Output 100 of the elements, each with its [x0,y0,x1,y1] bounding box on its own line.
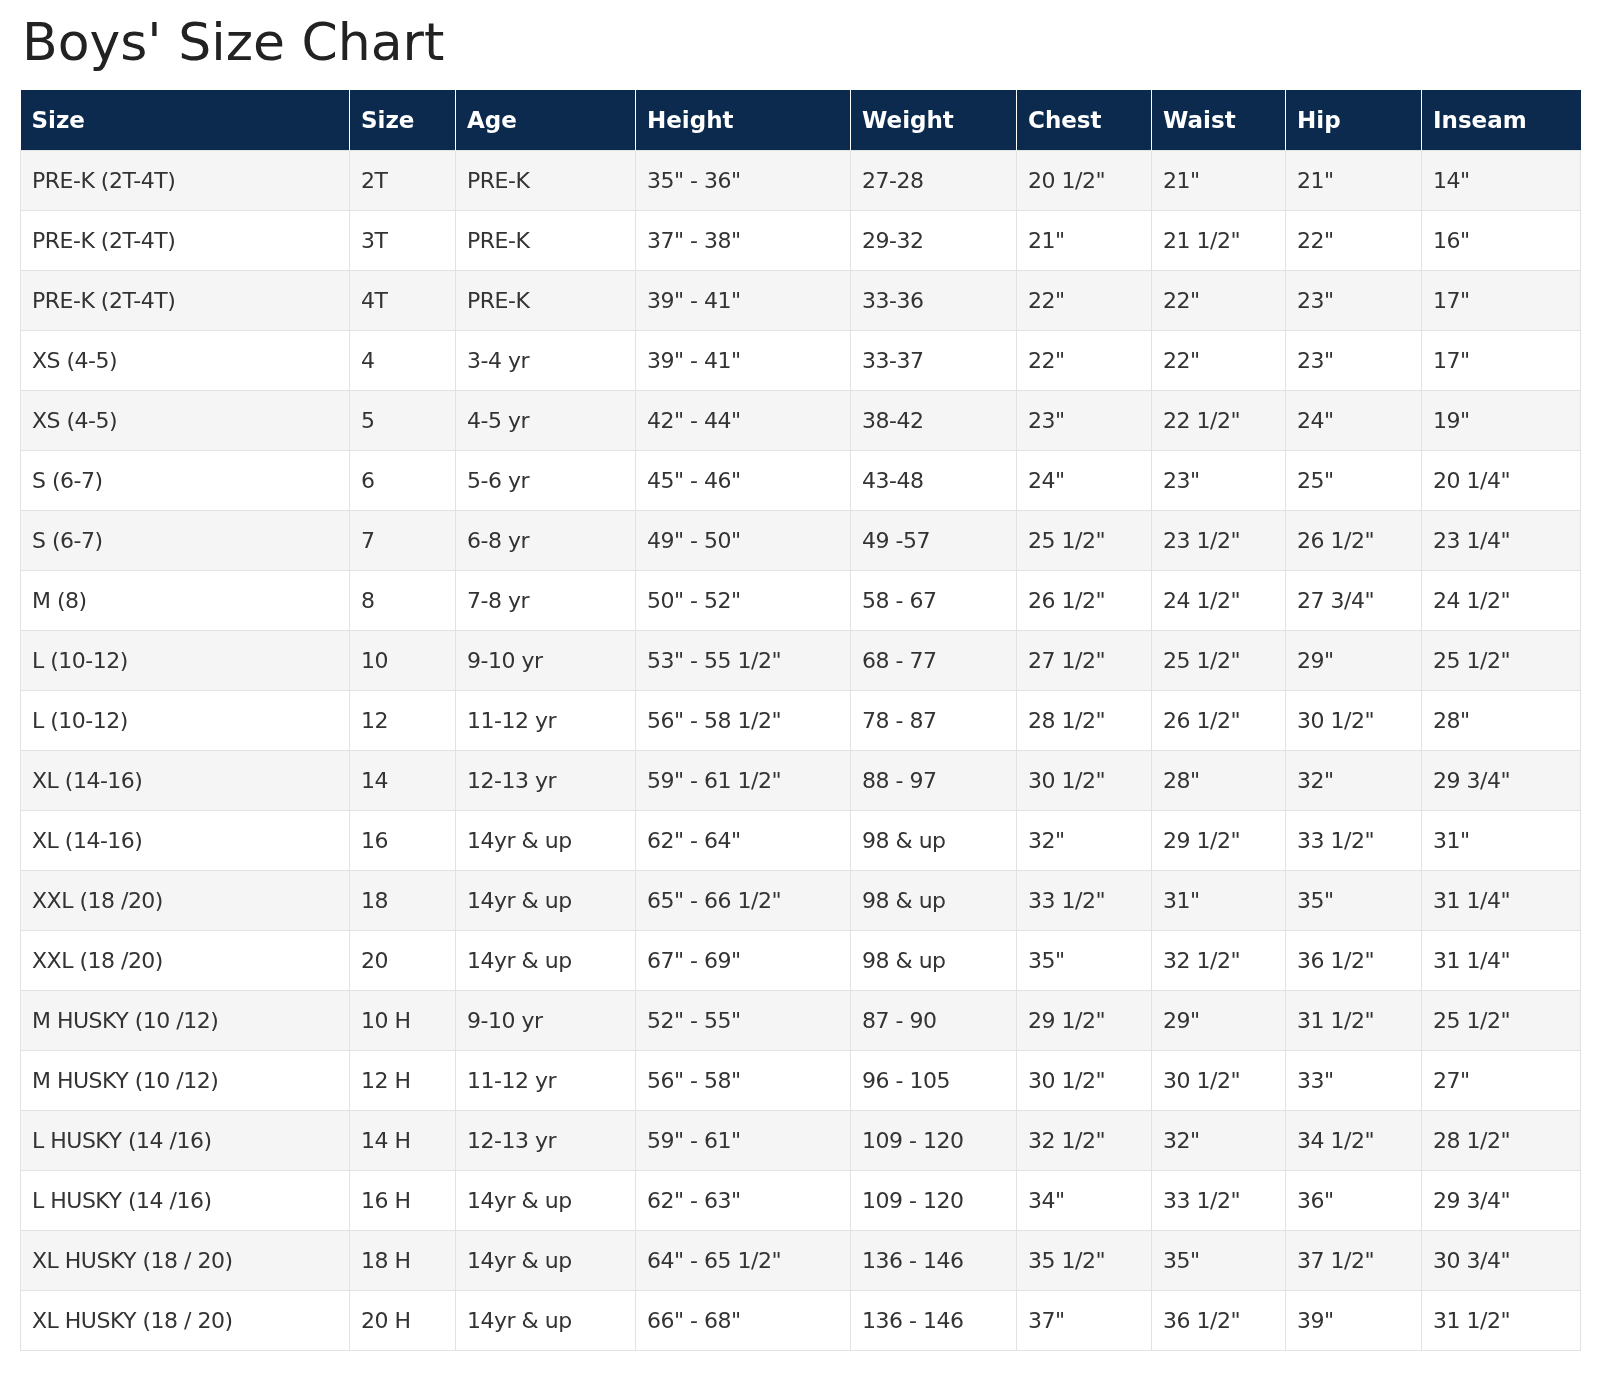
table-cell: 32 1/2" [1151,930,1286,990]
table-cell: PRE-K [455,150,636,210]
table-cell: 11-12 yr [455,690,636,750]
table-cell: 35" - 36" [635,150,851,210]
table-cell: 2T [349,150,456,210]
table-cell: M (8) [20,570,350,630]
table-cell: 21 1/2" [1151,210,1286,270]
table-cell: 6 [349,450,456,510]
table-cell: XXL (18 /20) [20,870,350,930]
table-cell: 28 1/2" [1421,1110,1581,1170]
table-cell: 65" - 66 1/2" [635,870,851,930]
table-cell: 25 1/2" [1421,990,1581,1050]
table-cell: 29" [1151,990,1286,1050]
table-cell: 37 1/2" [1285,1230,1422,1290]
table-cell: 98 & up [850,870,1017,930]
table-cell: 6-8 yr [455,510,636,570]
table-cell: 14yr & up [455,1290,636,1350]
table-cell: 21" [1016,210,1152,270]
table-cell: 4T [349,270,456,330]
table-cell: 29 3/4" [1421,750,1581,810]
table-cell: 31 1/4" [1421,930,1581,990]
table-cell: 109 - 120 [850,1170,1017,1230]
table-cell: 66" - 68" [635,1290,851,1350]
table-cell: 22 1/2" [1151,390,1286,450]
table-cell: 9-10 yr [455,990,636,1050]
table-cell: 14yr & up [455,1170,636,1230]
table-cell: 12-13 yr [455,750,636,810]
table-cell: 36 1/2" [1285,930,1422,990]
table-cell: 31 1/2" [1285,990,1422,1050]
table-cell: 109 - 120 [850,1110,1017,1170]
column-header: Chest [1016,90,1152,150]
table-cell: 20 [349,930,456,990]
table-cell: 35 1/2" [1016,1230,1152,1290]
table-cell: 10 H [349,990,456,1050]
table-cell: 16" [1421,210,1581,270]
table-cell: 56" - 58 1/2" [635,690,851,750]
table-cell: 64" - 65 1/2" [635,1230,851,1290]
table-cell: 16 H [349,1170,456,1230]
table-cell: 34 1/2" [1285,1110,1422,1170]
table-cell: 26 1/2" [1285,510,1422,570]
table-cell: 78 - 87 [850,690,1017,750]
table-cell: 37" [1016,1290,1152,1350]
column-header: Weight [850,90,1017,150]
table-cell: 28" [1421,690,1581,750]
table-cell: 12-13 yr [455,1110,636,1170]
table-cell: 45" - 46" [635,450,851,510]
table-cell: 43-48 [850,450,1017,510]
table-cell: 16 [349,810,456,870]
table-cell: 35" [1151,1230,1286,1290]
table-cell: 9-10 yr [455,630,636,690]
table-cell: 25 1/2" [1016,510,1152,570]
table-cell: S (6-7) [20,510,350,570]
table-cell: 32 1/2" [1016,1110,1152,1170]
table-cell: L HUSKY (14 /16) [20,1110,350,1170]
table-cell: 30 1/2" [1151,1050,1286,1110]
table-cell: PRE-K (2T-4T) [20,210,350,270]
table-cell: 14yr & up [455,1230,636,1290]
table-cell: 30 3/4" [1421,1230,1581,1290]
table-cell: S (6-7) [20,450,350,510]
table-cell: 17" [1421,330,1581,390]
table-cell: XL (14-16) [20,810,350,870]
table-cell: L (10-12) [20,690,350,750]
table-cell: 136 - 146 [850,1290,1017,1350]
table-cell: M HUSKY (10 /12) [20,990,350,1050]
table-cell: 22" [1285,210,1422,270]
table-cell: 33-36 [850,270,1017,330]
table-cell: 23" [1016,390,1152,450]
table-cell: 53" - 55 1/2" [635,630,851,690]
table-cell: 52" - 55" [635,990,851,1050]
table-cell: XXL (18 /20) [20,930,350,990]
table-cell: PRE-K (2T-4T) [20,270,350,330]
table-cell: 58 - 67 [850,570,1017,630]
table-cell: 17" [1421,270,1581,330]
table-cell: 18 H [349,1230,456,1290]
table-cell: 25 1/2" [1421,630,1581,690]
table-cell: 29 1/2" [1151,810,1286,870]
table-cell: XL HUSKY (18 / 20) [20,1290,350,1350]
column-header: Hip [1285,90,1422,150]
table-cell: 27 1/2" [1016,630,1152,690]
table-cell: 32" [1151,1110,1286,1170]
table-cell: PRE-K [455,210,636,270]
table-cell: 36" [1285,1170,1422,1230]
table-cell: 35" [1285,870,1422,930]
table-cell: 33 1/2" [1016,870,1152,930]
table-cell: 49 -57 [850,510,1017,570]
table-cell: 29" [1285,630,1422,690]
table-cell: 39" - 41" [635,270,851,330]
table-cell: 14" [1421,150,1581,210]
table-cell: 30 1/2" [1016,750,1152,810]
table-cell: 27 3/4" [1285,570,1422,630]
table-cell: 50" - 52" [635,570,851,630]
table-cell: 14 H [349,1110,456,1170]
table-cell: 7-8 yr [455,570,636,630]
table-cell: 24 1/2" [1421,570,1581,630]
column-header: Height [635,90,851,150]
table-cell: 5 [349,390,456,450]
table-cell: 3T [349,210,456,270]
table-cell: 67" - 69" [635,930,851,990]
table-cell: 20 1/4" [1421,450,1581,510]
table-cell: 27-28 [850,150,1017,210]
